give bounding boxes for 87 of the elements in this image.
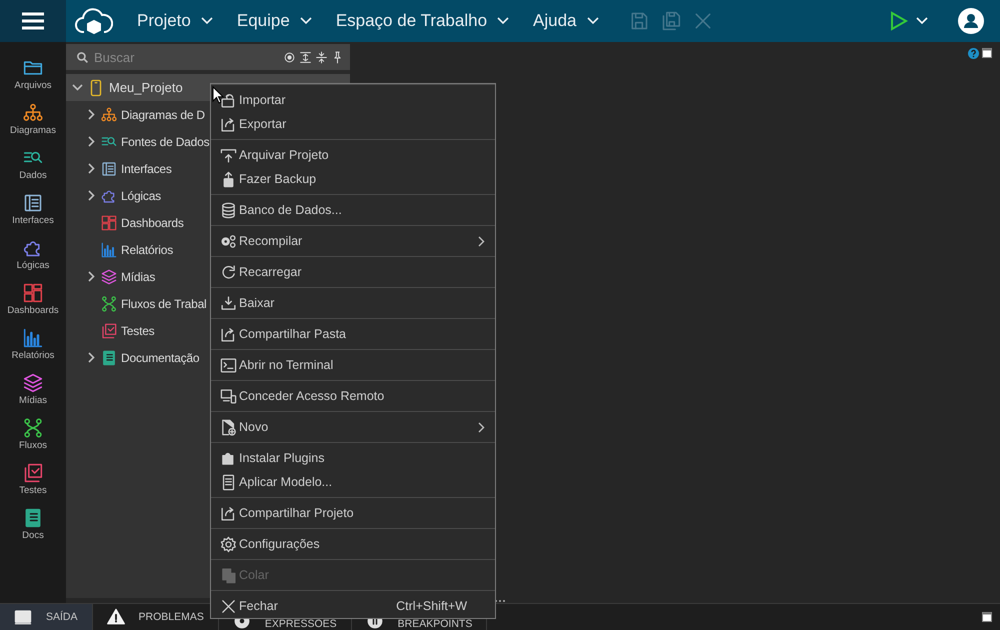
chevron-down-icon xyxy=(586,17,599,25)
menu-item[interactable]: Fazer Backup xyxy=(211,167,495,191)
menu-item[interactable]: Abrir no Terminal xyxy=(211,353,495,377)
chevron-right-icon xyxy=(88,352,94,363)
menu-dropdown[interactable]: Ajuda xyxy=(533,11,599,31)
menu-item[interactable]: Baixar xyxy=(211,291,495,315)
menu-item[interactable]: Recompilar xyxy=(211,229,495,253)
chevron-right-icon xyxy=(478,236,485,246)
sidebar-item[interactable]: Relatórios xyxy=(1,328,65,369)
sidebar-item[interactable]: Testes xyxy=(1,463,65,504)
chevron-down-icon xyxy=(916,17,928,25)
menu-item[interactable]: Compartilhar Pasta xyxy=(211,322,495,346)
chevron-down-icon xyxy=(497,17,510,25)
menu-dropdown[interactable]: Espaço de Trabalho xyxy=(336,11,510,31)
chevron-right-icon xyxy=(88,271,94,282)
locate-icon xyxy=(283,50,296,64)
remote-desktop-icon xyxy=(220,388,237,404)
play-icon xyxy=(890,11,908,31)
search-field[interactable]: Buscar xyxy=(94,50,278,64)
user-icon xyxy=(958,8,984,34)
share-icon xyxy=(220,326,237,342)
chevron-down-icon xyxy=(200,17,213,25)
run-button[interactable] xyxy=(890,11,908,31)
terminal-icon xyxy=(220,356,237,374)
window-icon xyxy=(982,48,992,58)
chevron-right-icon xyxy=(88,163,94,174)
run-options-button[interactable] xyxy=(916,17,928,25)
menu-item[interactable]: Banco de Dados... xyxy=(211,198,495,222)
window-icon xyxy=(982,612,992,622)
user-avatar[interactable] xyxy=(958,8,984,34)
sidebar-item[interactable]: Dados xyxy=(1,148,65,189)
menu-icon xyxy=(22,12,44,30)
close-icon xyxy=(220,598,237,614)
paste-icon xyxy=(220,566,237,584)
menu-item[interactable]: Instalar Plugins xyxy=(211,446,495,470)
sidebar-item[interactable]: Fluxos xyxy=(1,418,65,459)
gears-icon xyxy=(220,232,237,250)
sidebar-item[interactable]: Mídias xyxy=(1,373,65,414)
chevron-right-icon xyxy=(88,190,94,201)
menu-button[interactable] xyxy=(0,0,66,42)
menu-item[interactable]: Recarregar xyxy=(211,260,495,284)
cloud-logo xyxy=(75,6,113,36)
chevron-down-icon xyxy=(300,17,312,25)
drag-handle-icon xyxy=(494,599,506,603)
menu-item[interactable]: Novo xyxy=(211,415,495,439)
sidebar-item[interactable]: Docs xyxy=(1,508,65,549)
menu-item[interactable]: Compartilhar Projeto xyxy=(211,501,495,525)
warning-icon xyxy=(106,608,125,626)
collapse-all-button[interactable] xyxy=(315,50,328,64)
search-icon xyxy=(76,50,89,64)
menu-dropdown[interactable]: Equipe xyxy=(236,11,312,31)
menu-dropdown[interactable]: Projeto xyxy=(137,11,213,31)
share-icon xyxy=(220,504,237,522)
menu-item[interactable]: Exportar xyxy=(211,112,495,136)
save-icon xyxy=(628,11,649,31)
sidebar-item[interactable]: Diagramas xyxy=(1,103,65,144)
save-all-icon xyxy=(660,11,681,31)
sidebar-item[interactable]: Lógicas xyxy=(1,238,65,279)
search-bar[interactable]: Buscar xyxy=(66,44,350,70)
collapse-all-icon xyxy=(315,50,328,64)
help-icon xyxy=(968,48,979,59)
chevron-down-icon xyxy=(72,84,82,91)
sidebar-item[interactable]: Arquivos xyxy=(1,58,65,99)
close-icon xyxy=(692,11,713,31)
upload-tray-icon xyxy=(220,146,237,164)
menu-item[interactable]: Conceder Acesso Remoto xyxy=(211,384,495,408)
settings-icon xyxy=(220,536,237,552)
menu-item[interactable]: Aplicar Modelo... xyxy=(211,470,495,494)
chevron-right-icon xyxy=(88,136,94,147)
chevron-right-icon xyxy=(88,109,94,120)
mouse-pointer-icon xyxy=(212,86,224,104)
template-icon xyxy=(220,474,237,490)
expand-all-button[interactable] xyxy=(299,50,312,64)
database-icon xyxy=(220,202,237,218)
sidebar-item[interactable]: Dashboards xyxy=(1,283,65,324)
menu-item[interactable]: Configurações xyxy=(211,532,495,556)
locate-button[interactable] xyxy=(283,50,296,64)
download-icon xyxy=(220,294,237,312)
reload-icon xyxy=(220,264,237,280)
expand-all-icon xyxy=(299,50,312,64)
new-file-icon xyxy=(220,418,237,436)
menu-item[interactable]: Arquivar Projeto xyxy=(211,143,495,167)
sidebar-item[interactable]: Interfaces xyxy=(1,193,65,234)
export-icon xyxy=(220,116,237,132)
monitor-icon xyxy=(14,608,32,626)
panel-tab[interactable]: SAÍDA xyxy=(0,604,93,630)
chevron-right-icon xyxy=(478,422,485,432)
